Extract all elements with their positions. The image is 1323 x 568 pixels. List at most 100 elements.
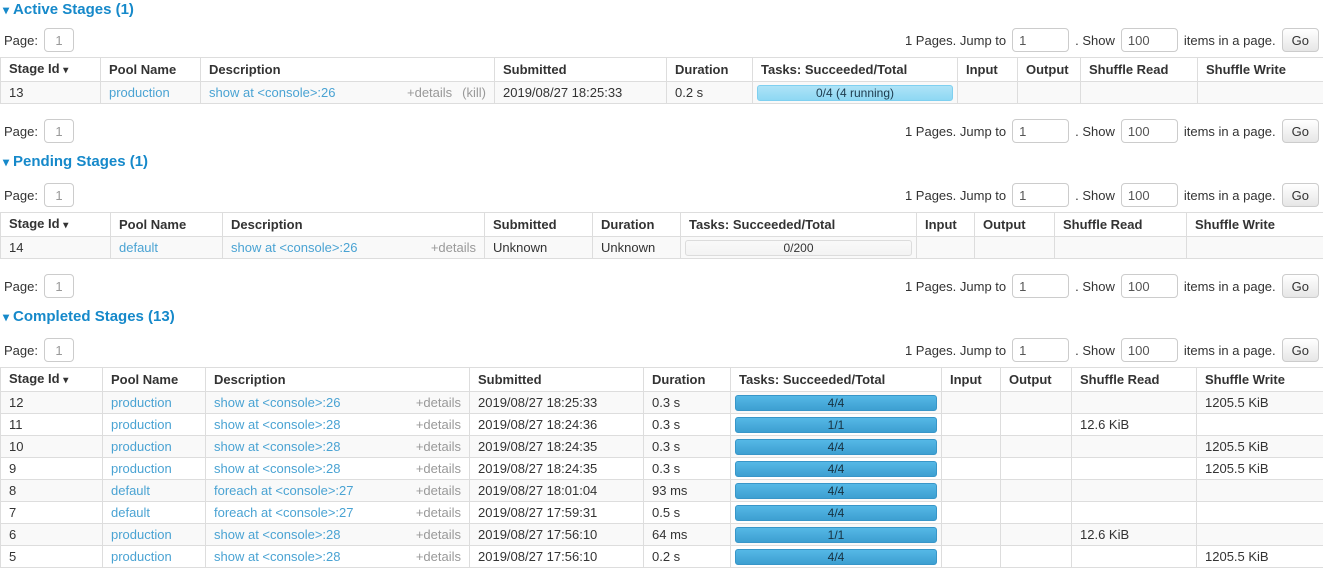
jump-to-page-input[interactable] xyxy=(1012,119,1069,143)
task-progress-bar: 4/4 xyxy=(735,439,937,455)
page-number-input[interactable] xyxy=(44,338,74,362)
completed-stages-heading[interactable]: ▾Completed Stages (13) xyxy=(3,308,1323,325)
details-toggle[interactable]: +details xyxy=(416,439,461,454)
col-shuffle-write[interactable]: Shuffle Write xyxy=(1197,368,1323,392)
shuffle-write-cell: 1205.5 KiB xyxy=(1197,436,1323,458)
pool-name-link[interactable]: production xyxy=(111,417,172,432)
col-input[interactable]: Input xyxy=(958,58,1018,82)
col-output[interactable]: Output xyxy=(1001,368,1072,392)
task-progress-bar: 4/4 xyxy=(735,461,937,477)
col-shuffle-read[interactable]: Shuffle Read xyxy=(1072,368,1197,392)
jump-to-page-input[interactable] xyxy=(1012,338,1069,362)
kill-link[interactable]: (kill) xyxy=(462,85,486,100)
input-cell xyxy=(942,480,1001,502)
stage-row: 6 production +detailsshow at <console>:2… xyxy=(1,524,1323,546)
col-input[interactable]: Input xyxy=(942,368,1001,392)
pool-name-link[interactable]: default xyxy=(111,505,150,520)
description-link[interactable]: show at <console>:28 xyxy=(214,461,340,476)
go-button[interactable]: Go xyxy=(1282,274,1319,298)
page-number-input[interactable] xyxy=(44,28,74,52)
pool-name-link[interactable]: default xyxy=(119,240,158,255)
items-per-page-text: items in a page. xyxy=(1184,188,1276,203)
details-toggle[interactable]: +details xyxy=(416,461,461,476)
col-submitted[interactable]: Submitted xyxy=(485,213,593,237)
col-stage-id[interactable]: Stage Id ▾ xyxy=(1,368,103,392)
col-pool-name[interactable]: Pool Name xyxy=(101,58,201,82)
page-number-input[interactable] xyxy=(44,119,74,143)
pool-name-link[interactable]: production xyxy=(111,549,172,564)
jump-to-page-input[interactable] xyxy=(1012,28,1069,52)
go-button[interactable]: Go xyxy=(1282,338,1319,362)
show-items-input[interactable] xyxy=(1121,183,1178,207)
col-pool-name[interactable]: Pool Name xyxy=(111,213,223,237)
pool-name-link[interactable]: default xyxy=(111,483,150,498)
col-output[interactable]: Output xyxy=(1018,58,1081,82)
col-tasks[interactable]: Tasks: Succeeded/Total xyxy=(681,213,917,237)
output-cell xyxy=(1001,414,1072,436)
go-button[interactable]: Go xyxy=(1282,183,1319,207)
shuffle-read-cell xyxy=(1081,82,1198,104)
col-stage-id[interactable]: Stage Id ▾ xyxy=(1,58,101,82)
col-stage-id[interactable]: Stage Id ▾ xyxy=(1,213,111,237)
jump-to-page-input[interactable] xyxy=(1012,274,1069,298)
submitted-cell: 2019/08/27 17:56:10 xyxy=(470,546,644,568)
duration-cell: 0.3 s xyxy=(644,458,731,480)
sort-desc-icon: ▾ xyxy=(63,220,68,231)
show-items-input[interactable] xyxy=(1121,119,1178,143)
jump-to-page-input[interactable] xyxy=(1012,183,1069,207)
col-submitted[interactable]: Submitted xyxy=(495,58,667,82)
show-items-input[interactable] xyxy=(1121,274,1178,298)
go-button[interactable]: Go xyxy=(1282,28,1319,52)
stage-id-cell: 12 xyxy=(1,392,103,414)
description-link[interactable]: show at <console>:26 xyxy=(231,240,357,255)
col-description[interactable]: Description xyxy=(206,368,470,392)
details-toggle[interactable]: +details xyxy=(416,417,461,432)
col-output[interactable]: Output xyxy=(975,213,1055,237)
show-items-input[interactable] xyxy=(1121,28,1178,52)
col-pool-name[interactable]: Pool Name xyxy=(103,368,206,392)
description-link[interactable]: show at <console>:28 xyxy=(214,417,340,432)
details-toggle[interactable]: +details xyxy=(416,483,461,498)
pool-name-link[interactable]: production xyxy=(111,395,172,410)
pool-name-link[interactable]: production xyxy=(111,439,172,454)
col-description[interactable]: Description xyxy=(201,58,495,82)
details-toggle[interactable]: +details xyxy=(416,527,461,542)
col-duration[interactable]: Duration xyxy=(644,368,731,392)
pool-name-link[interactable]: production xyxy=(111,527,172,542)
description-link[interactable]: foreach at <console>:27 xyxy=(214,483,354,498)
go-button[interactable]: Go xyxy=(1282,119,1319,143)
col-tasks[interactable]: Tasks: Succeeded/Total xyxy=(731,368,942,392)
pool-name-link[interactable]: production xyxy=(111,461,172,476)
details-toggle[interactable]: +details xyxy=(416,505,461,520)
active-stages-heading[interactable]: ▾Active Stages (1) xyxy=(3,1,1323,18)
col-shuffle-read[interactable]: Shuffle Read xyxy=(1081,58,1198,82)
col-shuffle-write[interactable]: Shuffle Write xyxy=(1198,58,1323,82)
description-link[interactable]: show at <console>:28 xyxy=(214,549,340,564)
description-link[interactable]: show at <console>:26 xyxy=(209,85,335,100)
page-number-input[interactable] xyxy=(44,274,74,298)
page-label: Page: xyxy=(4,33,38,48)
details-toggle[interactable]: +details xyxy=(416,549,461,564)
col-duration[interactable]: Duration xyxy=(667,58,753,82)
pool-name-link[interactable]: production xyxy=(109,85,170,100)
description-link[interactable]: show at <console>:28 xyxy=(214,439,340,454)
col-submitted[interactable]: Submitted xyxy=(470,368,644,392)
page-number-input[interactable] xyxy=(44,183,74,207)
input-cell xyxy=(942,414,1001,436)
table-header-row: Stage Id ▾ Pool Name Description Submitt… xyxy=(1,58,1323,82)
details-toggle[interactable]: +details xyxy=(431,240,476,255)
pending-stages-heading[interactable]: ▾Pending Stages (1) xyxy=(3,153,1323,170)
col-duration[interactable]: Duration xyxy=(593,213,681,237)
col-tasks[interactable]: Tasks: Succeeded/Total xyxy=(753,58,958,82)
details-toggle[interactable]: +details xyxy=(416,395,461,410)
details-toggle[interactable]: +details xyxy=(407,85,452,100)
description-link[interactable]: show at <console>:28 xyxy=(214,527,340,542)
col-shuffle-write[interactable]: Shuffle Write xyxy=(1187,213,1323,237)
show-items-input[interactable] xyxy=(1121,338,1178,362)
description-link[interactable]: foreach at <console>:27 xyxy=(214,505,354,520)
col-input[interactable]: Input xyxy=(917,213,975,237)
description-link[interactable]: show at <console>:26 xyxy=(214,395,340,410)
col-description[interactable]: Description xyxy=(223,213,485,237)
submitted-cell: 2019/08/27 17:59:31 xyxy=(470,502,644,524)
col-shuffle-read[interactable]: Shuffle Read xyxy=(1055,213,1187,237)
